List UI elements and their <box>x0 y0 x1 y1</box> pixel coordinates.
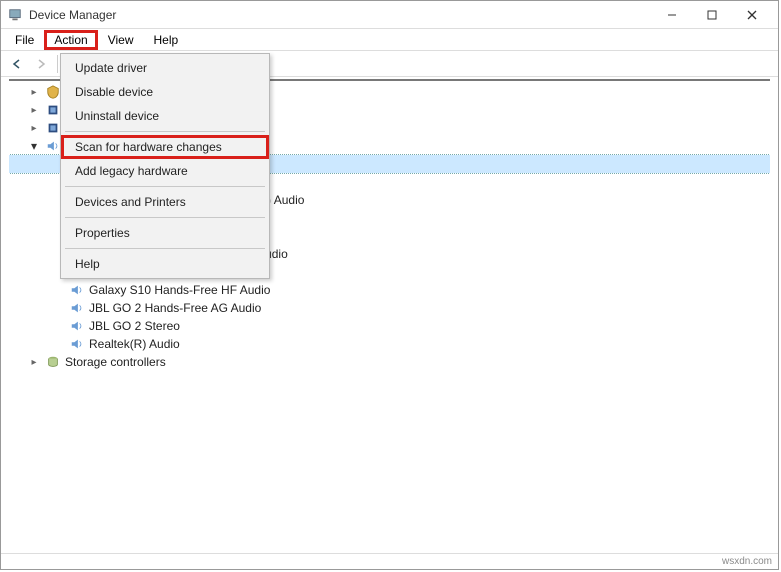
minimize-button[interactable] <box>652 3 692 27</box>
expand-icon[interactable] <box>27 87 41 98</box>
window-controls <box>652 3 772 27</box>
forward-icon[interactable] <box>31 54 51 74</box>
menu-item-scan-hardware[interactable]: Scan for hardware changes <box>61 135 269 159</box>
tree-label: JBL GO 2 Stereo <box>89 319 180 333</box>
maximize-button[interactable] <box>692 3 732 27</box>
menu-item-properties[interactable]: Properties <box>61 221 269 245</box>
menu-item-update-driver[interactable]: Update driver <box>61 56 269 80</box>
component-icon <box>45 102 61 118</box>
menu-item-help[interactable]: Help <box>61 252 269 276</box>
security-icon <box>45 84 61 100</box>
tree-item-audio-device[interactable]: Realtek(R) Audio <box>9 335 770 353</box>
menu-separator <box>65 248 265 249</box>
menu-item-devices-printers[interactable]: Devices and Printers <box>61 190 269 214</box>
tree-label: Realtek(R) Audio <box>89 337 180 351</box>
tree-label: JBL GO 2 Hands-Free AG Audio <box>89 301 261 315</box>
close-button[interactable] <box>732 3 772 27</box>
menu-item-disable-device[interactable]: Disable device <box>61 80 269 104</box>
device-manager-window: Device Manager File Action View Help Upd… <box>0 0 779 570</box>
speaker-icon <box>69 318 85 334</box>
menu-item-add-legacy[interactable]: Add legacy hardware <box>61 159 269 183</box>
speaker-icon <box>69 300 85 316</box>
titlebar: Device Manager <box>1 1 778 29</box>
menu-view[interactable]: View <box>98 31 144 49</box>
app-icon <box>7 7 23 23</box>
tree-item-audio-device[interactable]: JBL GO 2 Stereo <box>9 317 770 335</box>
tree-item-audio-device[interactable]: JBL GO 2 Hands-Free AG Audio <box>9 299 770 317</box>
expand-icon[interactable] <box>27 357 41 368</box>
component-icon <box>45 120 61 136</box>
tree-item-audio-device[interactable]: Galaxy S10 Hands-Free HF Audio <box>9 281 770 299</box>
expand-icon[interactable] <box>27 105 41 116</box>
tree-label: Storage controllers <box>65 355 166 369</box>
window-title: Device Manager <box>29 8 652 22</box>
action-menu-dropdown: Update driver Disable device Uninstall d… <box>60 53 270 279</box>
back-icon[interactable] <box>7 54 27 74</box>
menu-separator <box>65 131 265 132</box>
menu-file[interactable]: File <box>5 31 44 49</box>
menu-action[interactable]: Action <box>44 30 97 50</box>
storage-icon <box>45 354 61 370</box>
menu-help[interactable]: Help <box>144 31 189 49</box>
speaker-icon <box>69 282 85 298</box>
status-footer: wsxdn.com <box>1 553 778 569</box>
expand-icon[interactable] <box>27 123 41 134</box>
tree-item-storage-controllers[interactable]: Storage controllers <box>9 353 770 371</box>
menu-item-uninstall-device[interactable]: Uninstall device <box>61 104 269 128</box>
watermark: wsxdn.com <box>722 556 772 567</box>
menubar: File Action View Help <box>1 29 778 51</box>
collapse-icon[interactable] <box>27 139 41 153</box>
toolbar-separator <box>57 55 58 73</box>
menu-separator <box>65 217 265 218</box>
speaker-icon <box>69 336 85 352</box>
speaker-icon <box>45 138 61 154</box>
tree-label: Galaxy S10 Hands-Free HF Audio <box>89 283 270 297</box>
menu-separator <box>65 186 265 187</box>
